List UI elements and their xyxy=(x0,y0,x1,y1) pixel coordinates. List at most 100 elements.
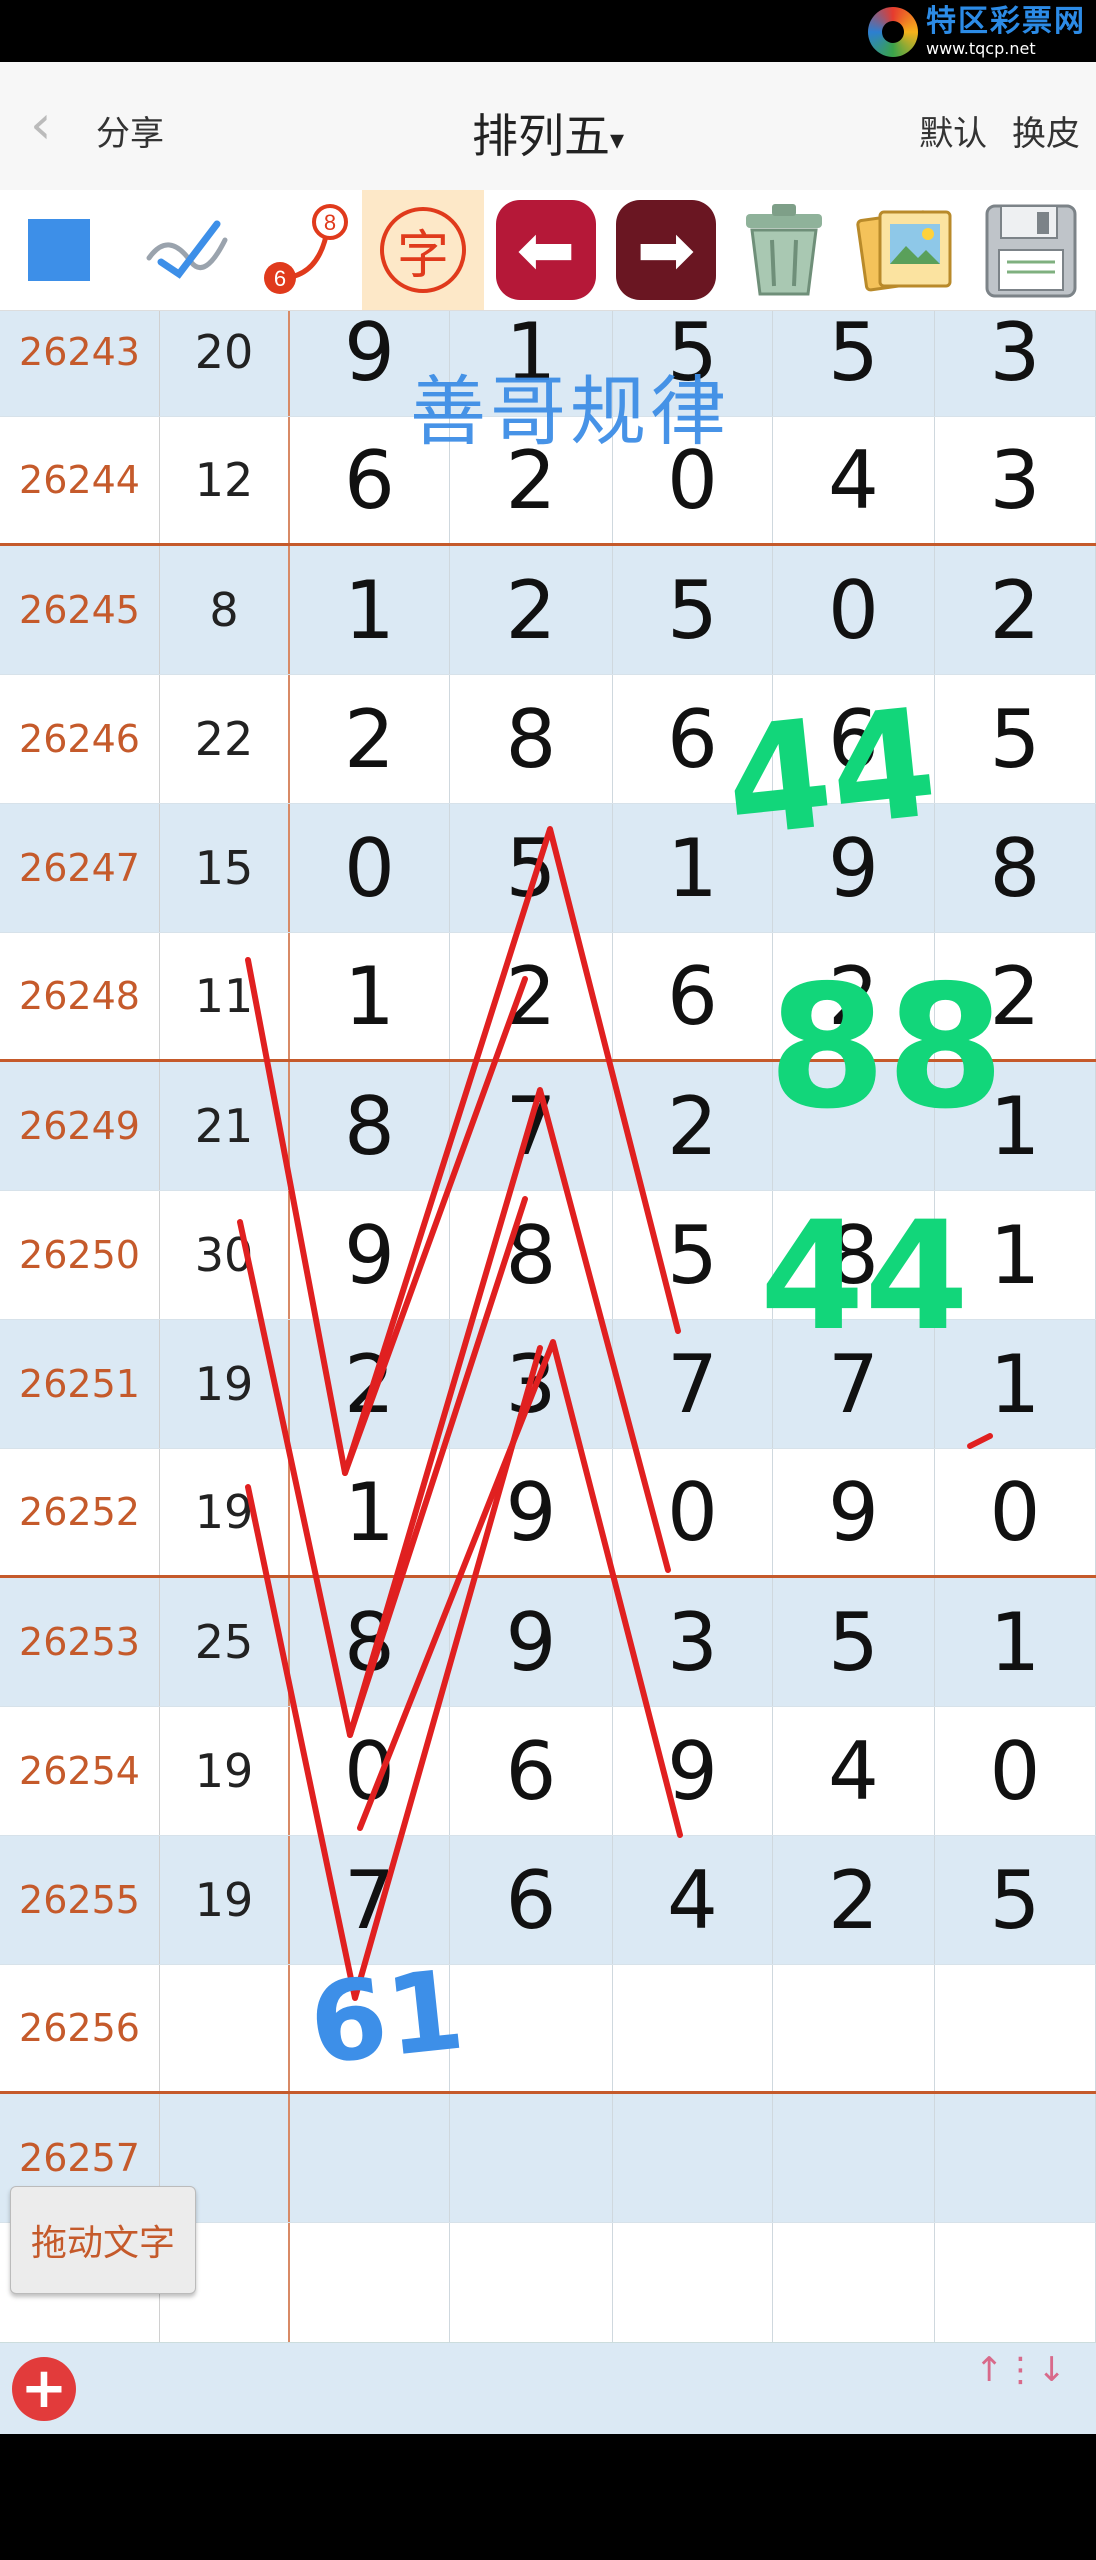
sum-cell: 25 xyxy=(160,1578,290,1706)
background-image-button[interactable] xyxy=(844,190,968,310)
period-cell: 26256 xyxy=(0,1965,160,2091)
period-cell: 26248 xyxy=(0,933,160,1059)
table-row: 26252 19 1 9 0 9 0 xyxy=(0,1449,1096,1578)
digit-cell xyxy=(450,2223,613,2351)
digit-cell: 4 xyxy=(773,1707,935,1835)
digit-cell: 9 xyxy=(773,1449,935,1575)
arrow-left-icon: ⬅ xyxy=(496,200,596,300)
digit-cell: 2 xyxy=(773,1836,935,1964)
table-row: 26256 xyxy=(0,1965,1096,2094)
sum-cell: 8 xyxy=(160,546,290,674)
digit-cell: 6 xyxy=(613,933,773,1059)
sum-cell: 30 xyxy=(160,1191,290,1319)
digit-cell: 7 xyxy=(450,1062,613,1190)
table-row: 26254 19 0 6 9 4 0 xyxy=(0,1707,1096,1836)
table-row: 26248 11 1 2 6 2 2 xyxy=(0,933,1096,1062)
dropdown-caret-icon: ▾ xyxy=(609,123,625,156)
digit-cell: 1 xyxy=(613,804,773,932)
digit-cell: 7 xyxy=(613,1320,773,1448)
digit-cell: 8 xyxy=(290,1578,450,1706)
digit-cell xyxy=(935,2223,1096,2351)
period-cell: 26246 xyxy=(0,675,160,803)
digit-cell: 0 xyxy=(290,1707,450,1835)
digit-cell: 1 xyxy=(290,546,450,674)
sum-cell: 22 xyxy=(160,675,290,803)
sum-cell: 15 xyxy=(160,804,290,932)
color-tool[interactable] xyxy=(0,190,118,310)
sum-cell xyxy=(160,1965,290,2091)
digit-cell: 9 xyxy=(290,1191,450,1319)
digit-cell: 1 xyxy=(290,933,450,1059)
top-nav-bar: ‹ 分享 排列五▾ 默认 换皮 xyxy=(0,62,1096,191)
drag-text-button[interactable]: 拖动文字 xyxy=(10,2186,196,2294)
digit-cell: 2 xyxy=(290,675,450,803)
period-cell: 26245 xyxy=(0,546,160,674)
digit-cell: 5 xyxy=(613,1191,773,1319)
blue-color-swatch-icon xyxy=(28,219,90,281)
text-zi-icon: 字 xyxy=(380,207,466,293)
digit-cell xyxy=(290,1965,450,2091)
sum-cell: 12 xyxy=(160,417,290,543)
digit-cell: 6 xyxy=(773,675,935,803)
scroll-updown-icon[interactable]: ↑⋮↓ xyxy=(975,2353,1066,2387)
sum-cell: 19 xyxy=(160,1707,290,1835)
digit-cell xyxy=(613,2094,773,2222)
pen-tool[interactable] xyxy=(128,190,246,310)
table-row: 26250 30 9 8 5 8 1 xyxy=(0,1191,1096,1320)
digit-cell: 3 xyxy=(935,417,1096,543)
digit-cell: 8 xyxy=(450,1191,613,1319)
digit-cell: 2 xyxy=(450,933,613,1059)
digit-cell: 6 xyxy=(450,1707,613,1835)
digit-cell: 0 xyxy=(290,804,450,932)
sum-cell: 19 xyxy=(160,1449,290,1575)
digit-cell xyxy=(935,2094,1096,2222)
table-row: 26249 21 8 7 2 1 xyxy=(0,1062,1096,1191)
digit-cell: 7 xyxy=(773,1320,935,1448)
period-cell: 26253 xyxy=(0,1578,160,1706)
digit-cell xyxy=(613,1965,773,2091)
undo-button[interactable]: ⬅ xyxy=(490,190,602,310)
table-row: 26255 19 7 6 4 2 5 xyxy=(0,1836,1096,1965)
digit-cell: 2 xyxy=(613,1062,773,1190)
digit-cell: 2 xyxy=(935,546,1096,674)
change-skin-button[interactable]: 换皮 xyxy=(1012,114,1080,154)
digit-cell: 5 xyxy=(613,546,773,674)
digit-cell: 8 xyxy=(773,1191,935,1319)
period-cell: 26252 xyxy=(0,1449,160,1575)
redo-button[interactable]: ➡ xyxy=(610,190,722,310)
sum-cell: 11 xyxy=(160,933,290,1059)
digit-cell: 9 xyxy=(450,1449,613,1575)
pen-check-icon xyxy=(146,220,228,279)
digit-cell: 2 xyxy=(290,1320,450,1448)
digit-cell: 2 xyxy=(450,546,613,674)
text-tool[interactable]: 字 xyxy=(362,190,484,310)
watermark-text: 善哥规律 xyxy=(410,367,730,456)
connect-path-icon: 8 6 xyxy=(264,204,348,294)
brand-watermark: 特区彩票网 www.tqcp.net xyxy=(868,6,1086,58)
default-button[interactable]: 默认 xyxy=(919,114,987,154)
sum-cell: 19 xyxy=(160,1320,290,1448)
save-button[interactable] xyxy=(970,190,1092,310)
table-row: 26246 22 2 8 6 6 5 xyxy=(0,675,1096,804)
table-row: 26251 19 2 3 7 7 1 xyxy=(0,1320,1096,1449)
connect-tool[interactable]: 8 6 xyxy=(252,190,360,310)
digit-cell: 1 xyxy=(935,1191,1096,1319)
digit-cell: 1 xyxy=(290,1449,450,1575)
floppy-disk-icon xyxy=(985,204,1077,298)
digit-cell xyxy=(773,1965,935,2091)
photos-icon xyxy=(856,210,952,292)
digit-cell: 9 xyxy=(450,1578,613,1706)
digit-cell: 4 xyxy=(613,1836,773,1964)
digit-cell xyxy=(773,1062,935,1190)
digit-cell: 5 xyxy=(773,1578,935,1706)
table-row: 26247 15 0 5 1 9 8 xyxy=(0,804,1096,933)
add-plus-icon[interactable]: + xyxy=(12,2357,76,2421)
digit-cell: 0 xyxy=(773,546,935,674)
digit-cell xyxy=(450,1965,613,2091)
digit-cell: 5 xyxy=(935,1836,1096,1964)
digit-cell xyxy=(613,2223,773,2351)
table-row: 26253 25 8 9 3 5 1 xyxy=(0,1578,1096,1707)
digit-cell: 9 xyxy=(613,1707,773,1835)
clear-button[interactable] xyxy=(728,190,840,310)
status-bar: 特区彩票网 www.tqcp.net xyxy=(0,0,1096,62)
